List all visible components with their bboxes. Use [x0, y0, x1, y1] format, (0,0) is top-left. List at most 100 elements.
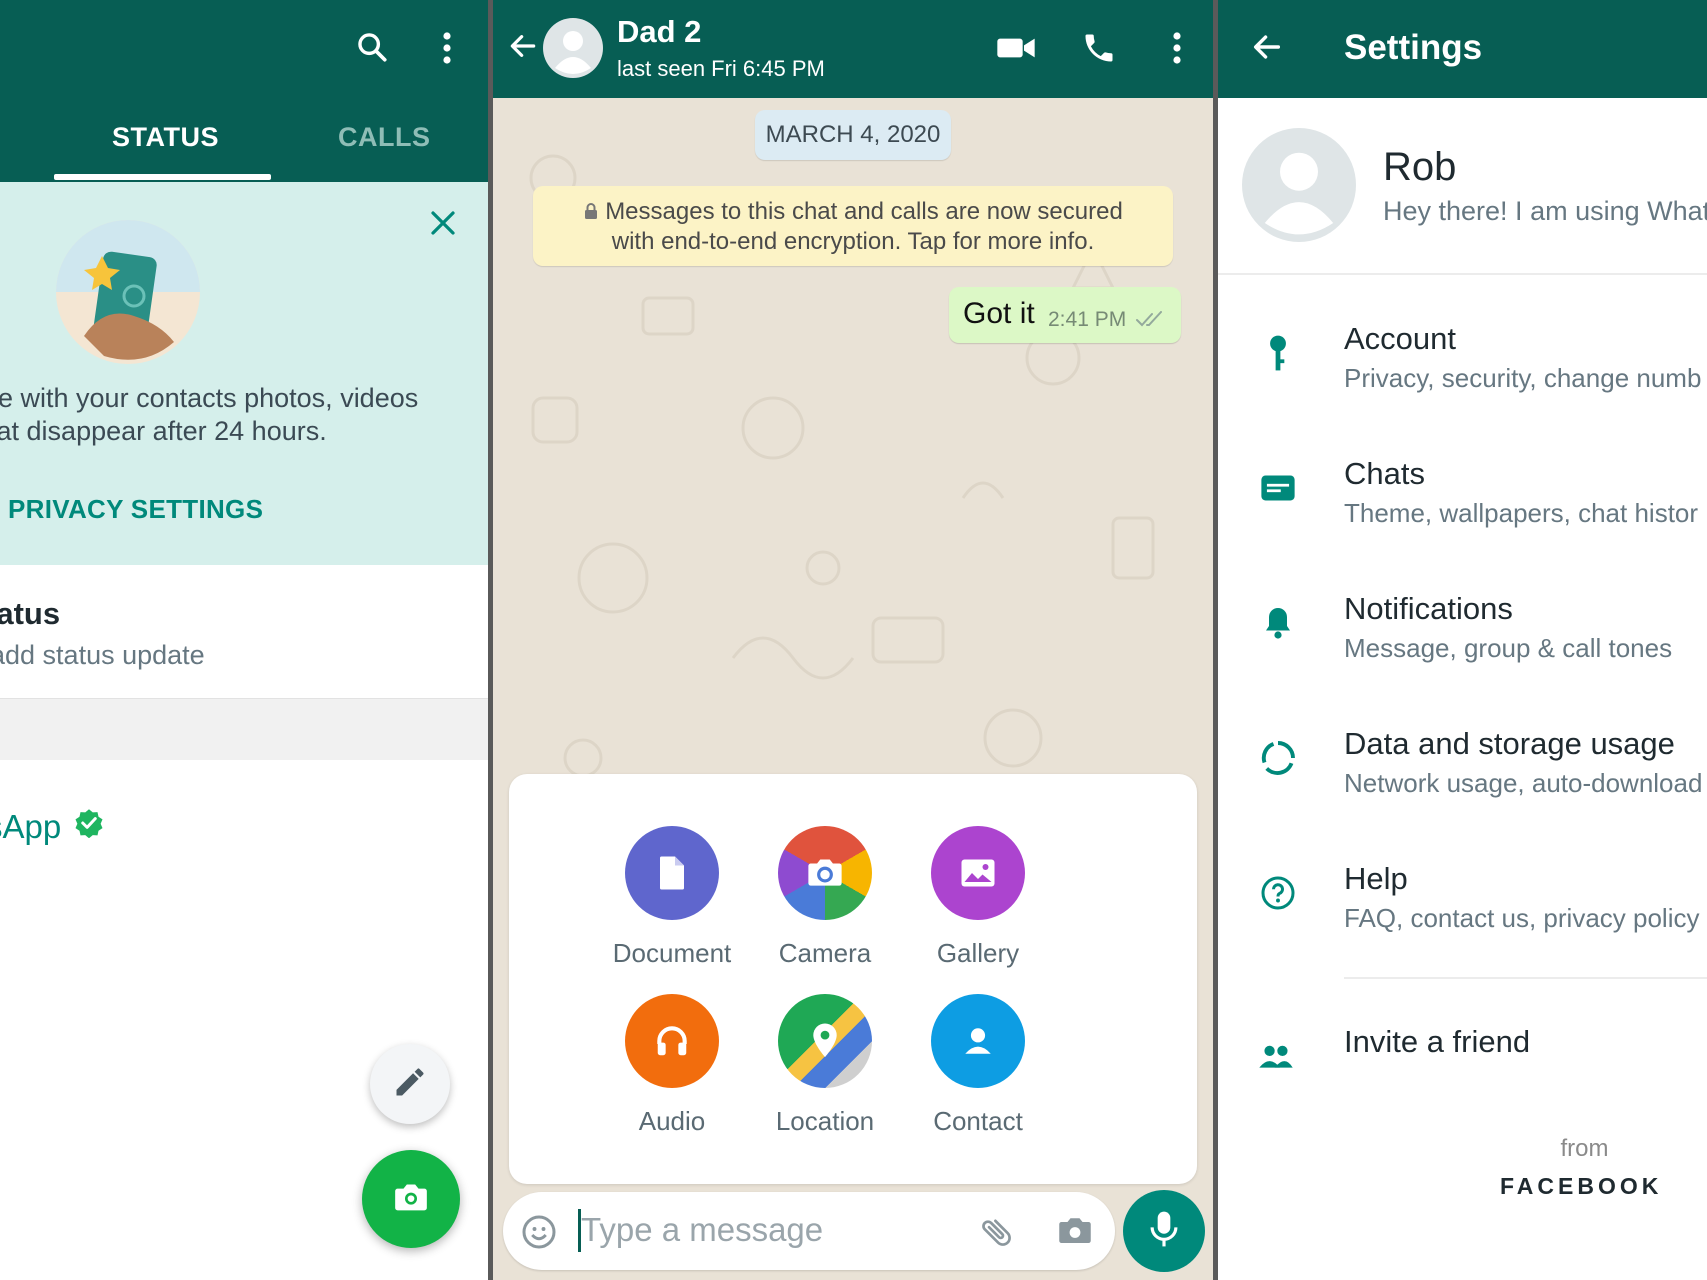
encryption-line1-text: Messages to this chat and calls are now … — [605, 198, 1123, 225]
tab-calls[interactable]: CALLS — [338, 122, 431, 153]
footer-from: from — [1560, 1135, 1609, 1162]
settings-item-data-storage[interactable]: Data and storage usage Network usage, au… — [1218, 726, 1707, 826]
chat-header: Dad 2 last seen Fri 6:45 PM — [493, 0, 1213, 98]
more-vert-icon[interactable] — [1170, 30, 1184, 71]
key-icon — [1260, 335, 1296, 371]
settings-item-notifications[interactable]: Notifications Message, group & call tone… — [1218, 591, 1707, 691]
data-usage-icon — [1260, 740, 1296, 776]
back-arrow-icon[interactable] — [507, 30, 539, 67]
chat-icon — [1260, 470, 1296, 506]
tab-status[interactable]: STATUS — [112, 122, 219, 153]
attach-gallery-label: Gallery — [936, 938, 1020, 968]
profile-avatar[interactable] — [1242, 128, 1356, 247]
status-privacy-banner: are with your contacts photos, videos th… — [0, 182, 488, 565]
section-divider — [0, 698, 488, 760]
settings-item-chats[interactable]: Chats Theme, wallpapers, chat histor — [1218, 456, 1707, 556]
more-vert-icon[interactable] — [440, 30, 454, 71]
status-panel: STATUS CALLS are with your contacts phot… — [0, 0, 488, 1280]
settings-item-title: Invite a friend — [1344, 1024, 1531, 1059]
voice-call-icon[interactable] — [1081, 30, 1117, 71]
status-illustration-icon — [54, 218, 202, 371]
banner-text-line2: that disappear after 24 hours. — [0, 416, 327, 446]
attach-gallery[interactable]: Gallery — [908, 826, 1048, 969]
camera-status-button[interactable] — [362, 1150, 460, 1248]
settings-item-invite[interactable]: Invite a friend — [1218, 1024, 1707, 1124]
attach-location-label: Location — [775, 1106, 875, 1136]
settings-item-help[interactable]: Help FAQ, contact us, privacy policy — [1218, 861, 1707, 961]
banner-text-line1: are with your contacts photos, videos — [0, 383, 419, 413]
attach-document-label: Document — [612, 938, 732, 968]
my-status-title[interactable]: tatus — [0, 596, 60, 632]
text-status-button[interactable] — [370, 1044, 450, 1124]
my-status-subtitle: add status update — [0, 640, 205, 670]
status-header: STATUS CALLS — [0, 0, 488, 182]
bell-icon — [1260, 605, 1296, 641]
settings-item-title: Data and storage usage — [1344, 726, 1675, 761]
encryption-line2: with end-to-end encryption. Tap for more… — [611, 228, 1095, 256]
gallery-icon — [931, 826, 1025, 920]
voice-message-button[interactable] — [1123, 1190, 1205, 1272]
settings-header: Settings — [1218, 0, 1707, 98]
group-icon — [1258, 1038, 1294, 1074]
settings-divider — [1344, 977, 1707, 979]
lock-icon — [583, 198, 599, 227]
emoji-icon[interactable] — [521, 1214, 557, 1255]
verified-icon — [74, 808, 104, 846]
encryption-notice[interactable]: Messages to this chat and calls are now … — [533, 186, 1173, 266]
pencil-icon — [392, 1064, 428, 1105]
paperclip-icon[interactable] — [979, 1214, 1015, 1255]
close-icon[interactable] — [428, 208, 458, 243]
official-account-name[interactable]: sApp — [0, 808, 104, 846]
last-seen-text: last seen Fri 6:45 PM — [617, 56, 825, 81]
date-pill: MARCH 4, 2020 — [755, 110, 951, 160]
settings-item-title: Account — [1344, 321, 1457, 356]
settings-item-title: Chats — [1344, 456, 1425, 491]
attach-audio[interactable]: Audio — [602, 994, 742, 1137]
video-call-icon[interactable] — [996, 34, 1036, 67]
contact-name[interactable]: Dad 2 — [617, 14, 701, 50]
message-input[interactable]: Type a message — [503, 1192, 1115, 1270]
settings-item-subtitle: Network usage, auto-download — [1344, 768, 1703, 798]
settings-panel: Settings Rob Hey there! I am using What … — [1218, 0, 1707, 1280]
message-time: 2:41 PM — [1048, 308, 1127, 331]
settings-item-subtitle: Theme, wallpapers, chat histor — [1344, 498, 1699, 528]
person-icon — [931, 994, 1025, 1088]
attach-contact-label: Contact — [933, 1106, 1023, 1136]
profile-about: Hey there! I am using What — [1383, 196, 1707, 226]
attach-document[interactable]: Document — [602, 826, 742, 969]
settings-item-account[interactable]: Account Privacy, security, change numb — [1218, 321, 1707, 421]
attach-contact[interactable]: Contact — [908, 994, 1048, 1137]
contact-avatar[interactable] — [543, 18, 603, 83]
camera-icon — [391, 1177, 431, 1222]
settings-item-subtitle: Message, group & call tones — [1344, 633, 1673, 663]
official-account-label: sApp — [0, 808, 62, 845]
active-tab-indicator — [54, 174, 271, 180]
help-icon — [1260, 875, 1296, 911]
attach-camera-label: Camera — [778, 938, 872, 968]
attach-camera[interactable]: Camera — [755, 826, 895, 969]
footer-brand: FACEBOOK — [1500, 1173, 1663, 1199]
camera-icon[interactable] — [1057, 1214, 1093, 1253]
message-placeholder: Type a message — [581, 1211, 824, 1248]
settings-item-title: Help — [1344, 861, 1408, 896]
double-check-icon — [1135, 311, 1165, 334]
message-text: Got it — [963, 297, 1035, 330]
headphones-icon — [625, 994, 719, 1088]
page-title: Settings — [1344, 28, 1483, 67]
outgoing-message[interactable]: Got it 2:41 PM — [949, 287, 1181, 343]
profile-divider — [1218, 273, 1707, 275]
microphone-icon — [1147, 1210, 1181, 1253]
search-icon[interactable] — [355, 30, 389, 69]
chat-panel: Dad 2 last seen Fri 6:45 PM MARCH 4, 202… — [493, 0, 1213, 1280]
settings-item-subtitle: Privacy, security, change numb — [1344, 363, 1702, 393]
profile-name[interactable]: Rob — [1383, 145, 1456, 190]
attachment-menu: Document Camera Gallery Audio Location C… — [509, 774, 1197, 1184]
settings-item-subtitle: FAQ, contact us, privacy policy — [1344, 903, 1700, 933]
encryption-line1: Messages to this chat and calls are now … — [533, 197, 1173, 227]
settings-item-title: Notifications — [1344, 591, 1513, 626]
attach-location[interactable]: Location — [755, 994, 895, 1137]
attach-audio-label: Audio — [638, 1106, 706, 1136]
back-arrow-icon[interactable] — [1250, 30, 1284, 69]
privacy-settings-link[interactable]: PRIVACY SETTINGS — [8, 494, 263, 525]
document-icon — [625, 826, 719, 920]
